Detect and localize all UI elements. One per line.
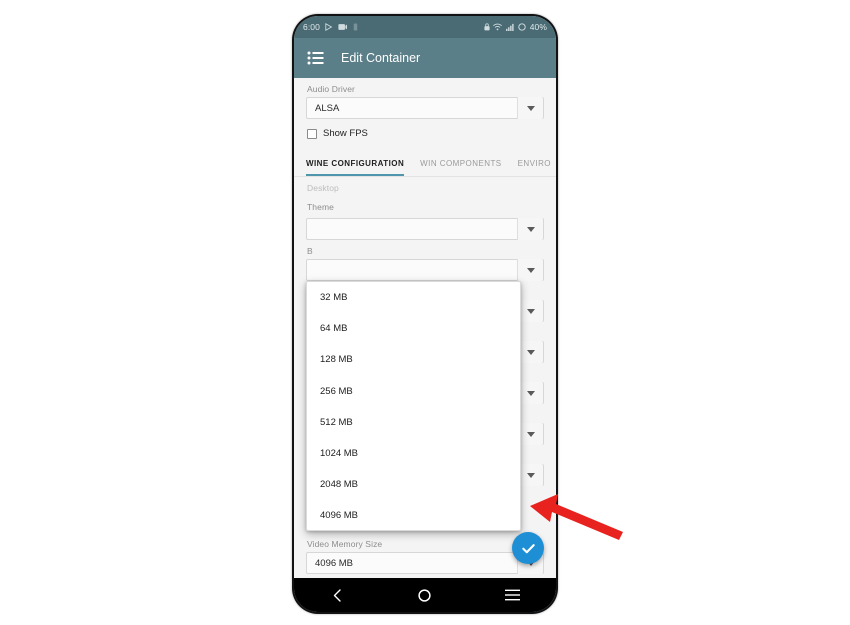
home-circle-icon[interactable]	[405, 578, 445, 612]
tab-bar: WINE CONFIGURATION WIN COMPONENTS ENVIRO	[294, 147, 556, 177]
desktop-label: Desktop	[307, 183, 339, 193]
save-fab-button[interactable]	[512, 532, 544, 564]
dropdown-option[interactable]: 64 MB	[307, 313, 520, 344]
hidden-spinner-1[interactable]	[306, 259, 544, 281]
dropdown-option[interactable]: 4096 MB	[307, 500, 520, 530]
hidden-field-label: B	[307, 246, 313, 256]
tab-wine-configuration[interactable]: WINE CONFIGURATION	[306, 159, 412, 176]
audio-driver-spinner[interactable]: ALSA	[306, 97, 544, 119]
chevron-down-icon[interactable]	[517, 218, 543, 240]
video-memory-size-value: 4096 MB	[315, 557, 354, 569]
vibrate-icon	[352, 23, 359, 31]
screenshot-icon	[338, 23, 347, 31]
theme-spinner[interactable]	[306, 218, 544, 240]
lock-icon	[484, 23, 490, 31]
show-fps-label: Show FPS	[323, 128, 368, 139]
battery-percent: 40%	[529, 22, 547, 32]
phone-screen: 6:00 40% Edit Container Audio Driver ALS…	[294, 16, 556, 612]
show-fps-row[interactable]: Show FPS	[306, 119, 544, 147]
screenshot-stage: 6:00 40% Edit Container Audio Driver ALS…	[0, 0, 850, 625]
check-icon	[521, 543, 535, 553]
audio-driver-label: Audio Driver	[307, 84, 355, 94]
chevron-down-icon[interactable]	[517, 97, 543, 119]
mouse-warp-override-label: Mouse Warp Override	[306, 574, 544, 578]
dropdown-option[interactable]: 2048 MB	[307, 469, 520, 500]
dropdown-option[interactable]: 1024 MB	[307, 438, 520, 469]
dropdown-option[interactable]: 512 MB	[307, 407, 520, 438]
tab-environment[interactable]: ENVIRO	[510, 159, 556, 176]
list-menu-icon[interactable]	[307, 51, 324, 65]
phone-frame: 6:00 40% Edit Container Audio Driver ALS…	[292, 14, 558, 614]
theme-label: Theme	[307, 202, 334, 212]
android-nav-bar	[294, 578, 556, 612]
tab-win-components[interactable]: WIN COMPONENTS	[412, 159, 509, 176]
video-memory-size-spinner[interactable]: 4096 MB	[306, 552, 544, 574]
signal-icon	[505, 23, 515, 31]
cast-icon	[325, 23, 333, 31]
dropdown-option[interactable]: 32 MB	[307, 282, 520, 313]
app-bar: Edit Container	[294, 38, 556, 78]
recents-menu-icon[interactable]	[492, 578, 532, 612]
audio-driver-value: ALSA	[315, 102, 340, 114]
wifi-icon	[493, 23, 503, 31]
settings-content: Audio Driver ALSA Show FPS WINE CONFIGUR…	[294, 78, 556, 578]
dropdown-option[interactable]: 256 MB	[307, 376, 520, 407]
status-bar-right: 40%	[484, 22, 547, 32]
status-time: 6:00	[303, 22, 320, 32]
battery-icon	[518, 23, 526, 31]
show-fps-checkbox[interactable]	[307, 128, 317, 139]
bottom-fields: Video Memory Size 4096 MB Mouse Warp Ove…	[306, 533, 544, 578]
page-title: Edit Container	[341, 51, 421, 65]
memory-size-dropdown-list[interactable]: 32 MB 64 MB 128 MB 256 MB 512 MB 1024 MB…	[306, 281, 521, 531]
spinner-row	[306, 215, 544, 240]
video-memory-size-label: Video Memory Size	[307, 539, 383, 549]
chevron-down-icon[interactable]	[517, 259, 543, 281]
status-bar: 6:00 40%	[294, 16, 556, 38]
back-chevron-icon[interactable]	[318, 578, 358, 612]
dropdown-option[interactable]: 128 MB	[307, 344, 520, 375]
status-bar-left: 6:00	[303, 22, 359, 32]
